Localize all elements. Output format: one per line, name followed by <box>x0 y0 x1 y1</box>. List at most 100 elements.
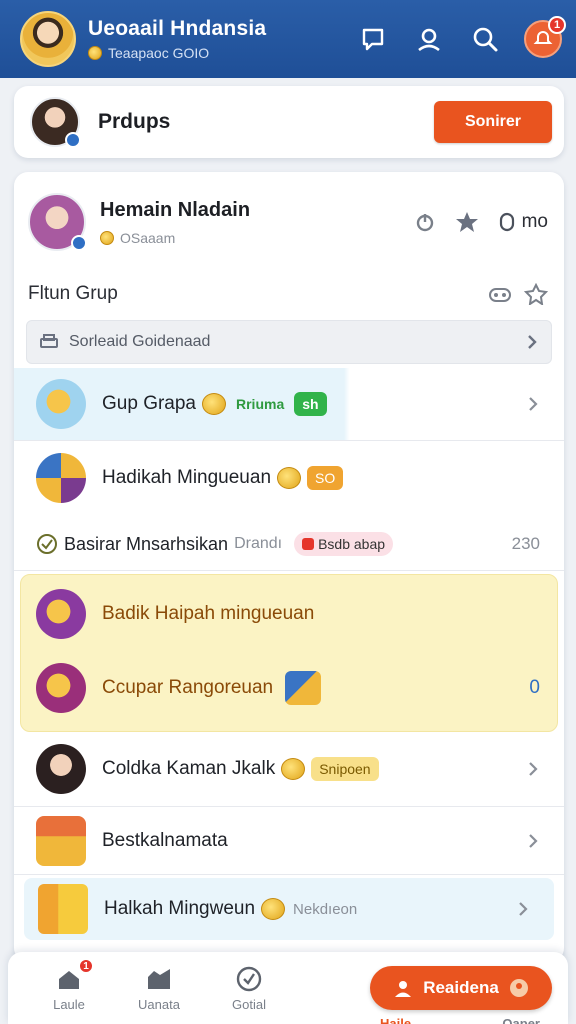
list-item-title: Basirar Mnsarhsikan <box>64 533 229 554</box>
list-item[interactable]: Hadikah Mingueuan SO <box>14 448 564 508</box>
online-dot-icon <box>65 132 81 148</box>
bottom-nav: Laule 1 Uanata Gotial Reaidena Haile Oap… <box>8 952 568 1024</box>
profile-row: Hemain Nladain OSaaam mo <box>28 186 548 258</box>
profile-count[interactable]: mo <box>498 211 548 233</box>
emoji-icon <box>281 758 306 780</box>
list-item-title: Badik Haipah mingueuan <box>102 603 315 624</box>
bookmark-button[interactable] <box>356 22 390 56</box>
list-item[interactable]: Badik Haipah mingueuan <box>14 584 564 644</box>
notifications-button[interactable]: 1 <box>524 16 566 58</box>
chevron-right-icon <box>529 834 538 848</box>
app-title: Ueoaail Hndansia <box>88 17 267 40</box>
section-actions <box>488 283 548 305</box>
list-item-title: Bestkalnamata <box>102 830 228 851</box>
status-tag: Snipoen <box>311 757 379 781</box>
toolbox-icon <box>36 816 86 866</box>
group-icon <box>36 379 86 429</box>
coin-game-icon <box>36 589 86 639</box>
group-card: Prdups Sonirer <box>14 86 564 158</box>
red-square-icon <box>302 538 315 550</box>
nav-badge: 1 <box>78 958 94 974</box>
nav-label: Uanata <box>138 996 180 1012</box>
list-item[interactable]: Bestkalnamata <box>14 812 564 870</box>
section-header: Fltun Grup <box>28 276 548 312</box>
list-item-title: Coldka Kaman Jkalk <box>102 758 276 779</box>
header-actions: 1 <box>356 16 566 58</box>
chevron-right-icon <box>519 902 528 916</box>
gamepad-icon[interactable] <box>488 283 512 305</box>
profile-subtitle-text: OSaaam <box>120 229 176 246</box>
nav-label: Laule <box>53 996 85 1012</box>
online-dot-icon <box>71 235 87 251</box>
star-icon[interactable] <box>454 210 480 234</box>
notification-badge: 1 <box>548 16 566 34</box>
profile-name: Hemain Nladain <box>100 198 251 221</box>
zero-icon <box>499 212 514 232</box>
list-item[interactable]: Gup Grapa Rriuma sh <box>14 368 564 440</box>
status-tag: Bsdb abap <box>294 532 394 556</box>
search-label: Sorleaid Goidenaad <box>69 333 211 350</box>
list-item-title: Hadikah Mingueuan <box>102 467 272 488</box>
user-avatar <box>36 744 86 794</box>
coin-icon <box>88 46 102 60</box>
primary-cta-button[interactable]: Reaidena Haile Oaper <box>370 966 552 1024</box>
bell-icon <box>533 30 553 44</box>
divider <box>14 874 564 875</box>
app-header: Ueoaail Hndansia Teaapaoc GOIO 1 <box>0 0 576 78</box>
coin-icon <box>100 230 114 245</box>
star-outline-icon[interactable] <box>524 283 548 305</box>
tower-icon <box>38 884 88 934</box>
list-item[interactable]: Coldka Kaman Jkalk Snipoen <box>14 738 564 800</box>
cta-label: Reaidena <box>423 978 499 997</box>
list-item-title: Halkah Mingweun <box>104 898 256 919</box>
status-tag: Rriuma <box>236 396 285 412</box>
list-item-subtitle: Nekdıeon <box>293 900 358 918</box>
game-icon <box>36 453 86 503</box>
nav-item-home[interactable]: Laule 1 <box>24 956 114 1020</box>
nav-item-data[interactable]: Uanata <box>114 956 204 1020</box>
divider <box>14 440 564 441</box>
main-card: Hemain Nladain OSaaam mo Fltun Grup Sorl… <box>14 172 564 962</box>
header-text: Ueoaail Hndansia Teaapaoc GOIO <box>88 17 356 61</box>
group-avatar[interactable] <box>30 97 81 148</box>
count-tag: SO <box>307 466 344 490</box>
profile-count-label: mo <box>521 211 548 232</box>
list-item[interactable]: Halkah Mingweun Nekdıeon <box>24 878 554 940</box>
list-item[interactable]: Ccupar Rangoreuan 0 <box>14 658 564 718</box>
list-item[interactable]: Basirar Mnsarhsikan Drandı Bsdb abap 230 <box>14 522 564 566</box>
divider <box>14 570 564 571</box>
profile-actions: mo <box>414 210 548 234</box>
app-subtitle-text: Teaapaoc GOIO <box>108 45 210 61</box>
group-name: Prdups <box>98 110 171 133</box>
user-icon <box>418 28 440 52</box>
app-subtitle: Teaapaoc GOIO <box>88 45 356 61</box>
gift-icon <box>285 671 322 705</box>
cta-sub-left: Haile <box>380 1016 412 1024</box>
search-icon <box>473 27 498 52</box>
emoji-icon <box>202 393 226 415</box>
user-icon <box>395 981 412 997</box>
printer-icon <box>40 334 58 348</box>
search-row[interactable]: Sorleaid Goidenaad <box>26 320 552 364</box>
search-button[interactable] <box>468 22 502 56</box>
chevron-right-icon <box>528 335 537 349</box>
chevron-right-icon <box>529 397 538 411</box>
status-tag-label: Bsdb abap <box>318 536 386 552</box>
cta-sublabels: Haile Oaper <box>380 1016 540 1024</box>
profile-avatar[interactable] <box>28 193 87 251</box>
chat-bookmark-icon <box>362 28 384 51</box>
nav-item-goal[interactable]: Gotial <box>204 956 294 1020</box>
divider <box>14 806 564 807</box>
primary-action-button[interactable]: Sonirer <box>434 101 552 143</box>
list-item-title: Gup Grapa <box>102 393 196 414</box>
list-item-value: 0 <box>529 677 540 698</box>
power-icon[interactable] <box>414 211 436 233</box>
emoji-icon <box>261 898 286 920</box>
chart-icon <box>148 968 170 989</box>
profile-text: Hemain Nladain OSaaam <box>100 199 414 246</box>
section-title: Fltun Grup <box>28 283 118 304</box>
user-avatar[interactable] <box>20 11 76 67</box>
avatar-icon <box>509 979 528 997</box>
list-item-title: Ccupar Rangoreuan <box>102 677 274 698</box>
profile-button[interactable] <box>412 22 446 56</box>
